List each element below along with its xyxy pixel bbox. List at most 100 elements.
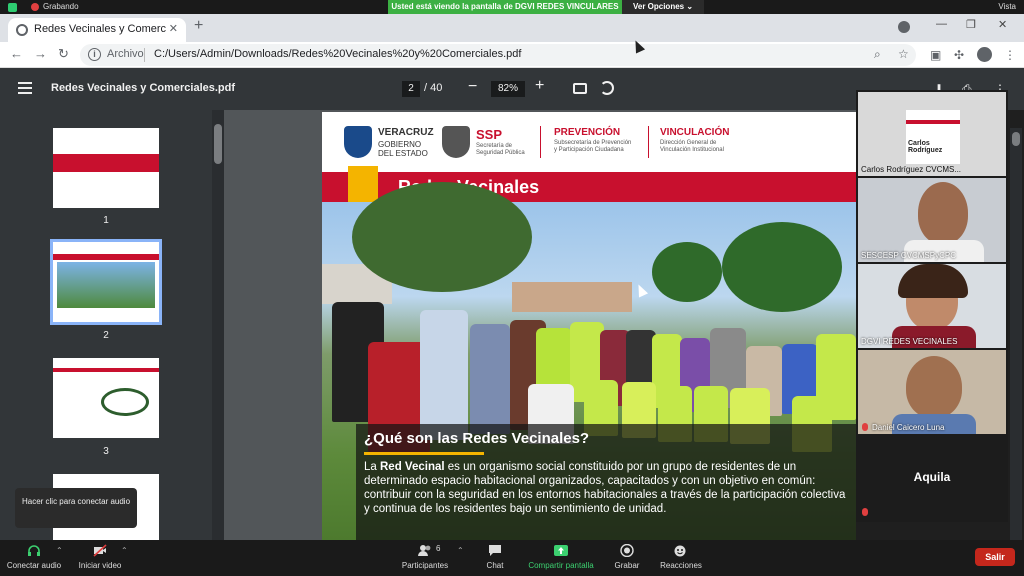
org-veracruz-sub: GOBIERNO DEL ESTADO	[378, 140, 428, 158]
reactions-icon	[674, 545, 686, 557]
extension-icon[interactable]: ▣	[930, 48, 941, 62]
minimize-icon[interactable]: —	[936, 18, 947, 30]
thumb-header-stripe	[53, 368, 159, 372]
leave-meeting-button[interactable]: Salir	[975, 548, 1015, 566]
org-vinculacion-name: VINCULACIÓN	[660, 127, 730, 138]
view-options-button[interactable]: Ver Opciones ⌄	[622, 0, 704, 14]
page-thumbnail-2[interactable]	[50, 239, 162, 325]
participants-button[interactable]: Participantes	[385, 544, 465, 570]
participant-tile[interactable]: Daniel Caicero Luna	[858, 350, 1006, 434]
close-window-icon[interactable]: ✕	[998, 18, 1007, 31]
header-divider	[540, 126, 541, 158]
address-separator	[144, 48, 145, 62]
veracruz-shield-logo	[344, 126, 372, 158]
participant-tile[interactable]: DGVI REDES VECINALES	[858, 264, 1006, 348]
sidebar-scrollbar[interactable]	[212, 110, 224, 540]
participant-tile[interactable]: SESCESP CVCMSPyCPC	[858, 178, 1006, 262]
slide-header: VERACRUZ GOBIERNO DEL ESTADO SSP Secreta…	[322, 112, 856, 170]
tab-title: Redes Vecinales y Comerciales.p	[34, 23, 166, 35]
zoom-in-icon[interactable]: +	[535, 77, 544, 95]
sidebar-scroll-thumb[interactable]	[214, 124, 222, 164]
pdf-title: Redes Vecinales y Comerciales.pdf	[51, 82, 236, 94]
page-thumbnail-1[interactable]	[53, 128, 159, 208]
zoom-top-bar: Grabando Usted está viendo la pantalla d…	[0, 0, 1024, 14]
browser-tab[interactable]: Redes Vecinales y Comerciales.p ✕	[8, 18, 186, 42]
address-scheme-label: Archivo	[107, 48, 144, 60]
reload-icon[interactable]: ↻	[58, 46, 69, 62]
pdf-document-area[interactable]: VERACRUZ GOBIERNO DEL ESTADO SSP Secreta…	[224, 110, 856, 540]
thumbnail-number: 3	[103, 446, 109, 457]
more-menu-icon[interactable]: ⋮	[1004, 48, 1016, 62]
info-icon[interactable]: i	[88, 48, 101, 61]
org-ssp-name: SSP	[476, 127, 503, 142]
caption-underline	[364, 452, 484, 455]
record-icon	[620, 544, 634, 557]
zoom-lens-icon[interactable]: ⌕	[874, 47, 881, 62]
participant-name: Aquila	[913, 470, 951, 484]
bookmark-star-icon[interactable]: ☆	[898, 47, 909, 61]
participant-slide-title: Carlos Rodríguez	[908, 140, 943, 154]
forward-icon[interactable]: →	[34, 46, 47, 61]
participant-face	[918, 182, 968, 244]
thumbnail-number: 1	[103, 215, 109, 226]
profile-icon[interactable]	[898, 21, 910, 33]
fit-page-icon[interactable]	[573, 83, 587, 94]
video-options-caret[interactable]: ⌃	[121, 546, 128, 555]
share-screen-icon	[554, 545, 568, 556]
document-scroll-thumb[interactable]	[1012, 132, 1020, 146]
thumb-stripe	[906, 120, 960, 124]
zoom-out-icon[interactable]: −	[468, 78, 477, 96]
rotate-icon[interactable]	[600, 81, 614, 95]
zoom-level-input[interactable]: 82%	[491, 81, 525, 97]
globe-icon	[16, 24, 28, 36]
browser-toolbar: ← → ↻ i Archivo C:/Users/Admin/Downloads…	[0, 42, 1024, 68]
participant-tile[interactable]: Carlos Rodríguez Carlos Rodríguez CVCMS.…	[858, 92, 1006, 176]
close-icon[interactable]: ✕	[169, 22, 178, 35]
photo-building	[512, 282, 632, 312]
pdf-thumbnail-sidebar: 1 2 3	[0, 110, 212, 540]
back-icon[interactable]: ←	[10, 46, 23, 61]
participants-label: Participantes	[401, 561, 449, 570]
page-number-input[interactable]: 2	[402, 81, 420, 97]
thumb-header-stripe	[53, 254, 159, 260]
restore-icon[interactable]: ❐	[966, 18, 976, 31]
participant-name: Daniel Caicero Luna	[872, 423, 945, 432]
group-photo: ¿Qué son las Redes Vecinales? La Red Vec…	[322, 182, 856, 540]
thumbnail-number: 2	[103, 330, 109, 341]
chat-icon	[489, 545, 501, 556]
photo-tree	[352, 182, 532, 292]
participant-name: DGVI REDES VECINALES	[861, 337, 958, 346]
definition-caption: ¿Qué son las Redes Vecinales? La Red Vec…	[356, 424, 856, 540]
pdf-page: VERACRUZ GOBIERNO DEL ESTADO SSP Secreta…	[322, 112, 856, 540]
participants-icon	[418, 545, 431, 556]
participant-slide-thumbnail: Carlos Rodríguez	[906, 110, 960, 164]
caption-title: ¿Qué son las Redes Vecinales?	[364, 430, 590, 447]
menu-icon[interactable]	[18, 82, 32, 94]
org-vinculacion-sub: Dirección General de Vinculación Institu…	[660, 140, 724, 153]
page-thumbnail-3[interactable]	[53, 358, 159, 438]
shield-icon	[8, 3, 17, 12]
recording-label: Grabando	[43, 2, 79, 11]
puzzle-icon[interactable]: ✣	[954, 48, 964, 62]
address-bar[interactable]: i Archivo C:/Users/Admin/Downloads/Redes…	[80, 44, 916, 66]
start-video-button[interactable]: Iniciar video	[60, 544, 140, 570]
account-avatar[interactable]	[977, 47, 992, 62]
participant-video-panel: Carlos Rodríguez Carlos Rodríguez CVCMS.…	[856, 90, 1008, 522]
participant-tile[interactable]: Aquila	[858, 436, 1006, 520]
participants-count: 6	[436, 544, 441, 553]
participant-name: SESCESP CVCMSPyCPC	[861, 251, 956, 260]
photo-person	[420, 310, 468, 440]
new-tab-icon[interactable]: +	[194, 17, 203, 35]
view-button[interactable]: Vista	[998, 2, 1016, 11]
muted-mic-icon	[862, 423, 868, 431]
org-prevencion-name: PREVENCIÓN	[554, 127, 621, 138]
headphones-icon	[28, 545, 40, 556]
thumb-photo	[57, 262, 155, 308]
address-url[interactable]: C:/Users/Admin/Downloads/Redes%20Vecinal…	[154, 48, 521, 60]
document-scrollbar[interactable]	[1010, 128, 1022, 540]
caption-body: La Red Vecinal es un organismo social co…	[364, 461, 846, 515]
reactions-button[interactable]: Reacciones	[641, 544, 721, 570]
photo-tree	[652, 242, 722, 302]
screen-share-banner: Usted está viendo la pantalla de DGVI RE…	[388, 0, 622, 14]
page-total: / 40	[424, 82, 443, 94]
